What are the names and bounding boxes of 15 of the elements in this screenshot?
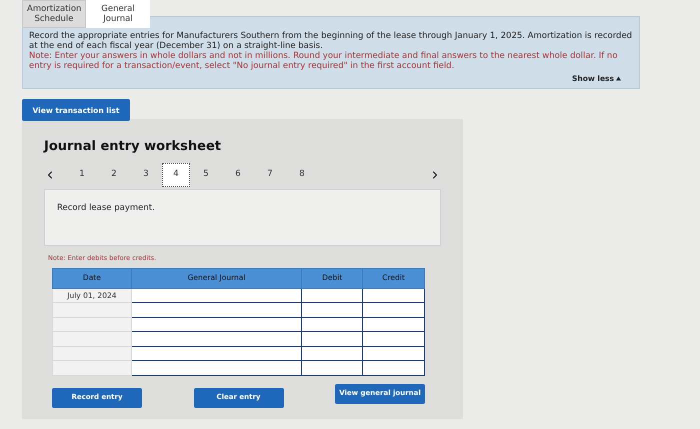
page-tab[interactable]: 7 xyxy=(254,164,286,185)
tab[interactable]: General Journal xyxy=(86,0,150,28)
caret-icon xyxy=(616,76,621,82)
prompt-text: Record lease payment. xyxy=(57,202,156,214)
page-tab[interactable]: 8 xyxy=(286,164,318,185)
page-tab[interactable]: 6 xyxy=(222,164,254,185)
page-tab[interactable]: 4 xyxy=(162,162,190,187)
instructions-text: Record the appropriate entries for Manufacturers Southern from the beginning of the lease through January 1, 2025. Amortization is recorded at the end of each fiscal year (December 31) on a straight-line basis. xyxy=(29,31,633,51)
page-tab[interactable]: 5 xyxy=(190,164,222,185)
worksheet-title: Journal entry worksheet xyxy=(44,138,222,156)
tab[interactable]: Amortization Schedule xyxy=(22,0,86,28)
page-tab[interactable]: 2 xyxy=(98,164,130,185)
page-tab[interactable]: 1 xyxy=(66,164,98,185)
page-tab[interactable]: 3 xyxy=(130,164,162,185)
note-text: Note: Enter your answers in whole dollars and not in millions. Round your intermediate and final answers to the nearest whole dollar. If no entry is required for a transaction/event, select "No journal entry required" in the first account field. xyxy=(29,51,619,71)
